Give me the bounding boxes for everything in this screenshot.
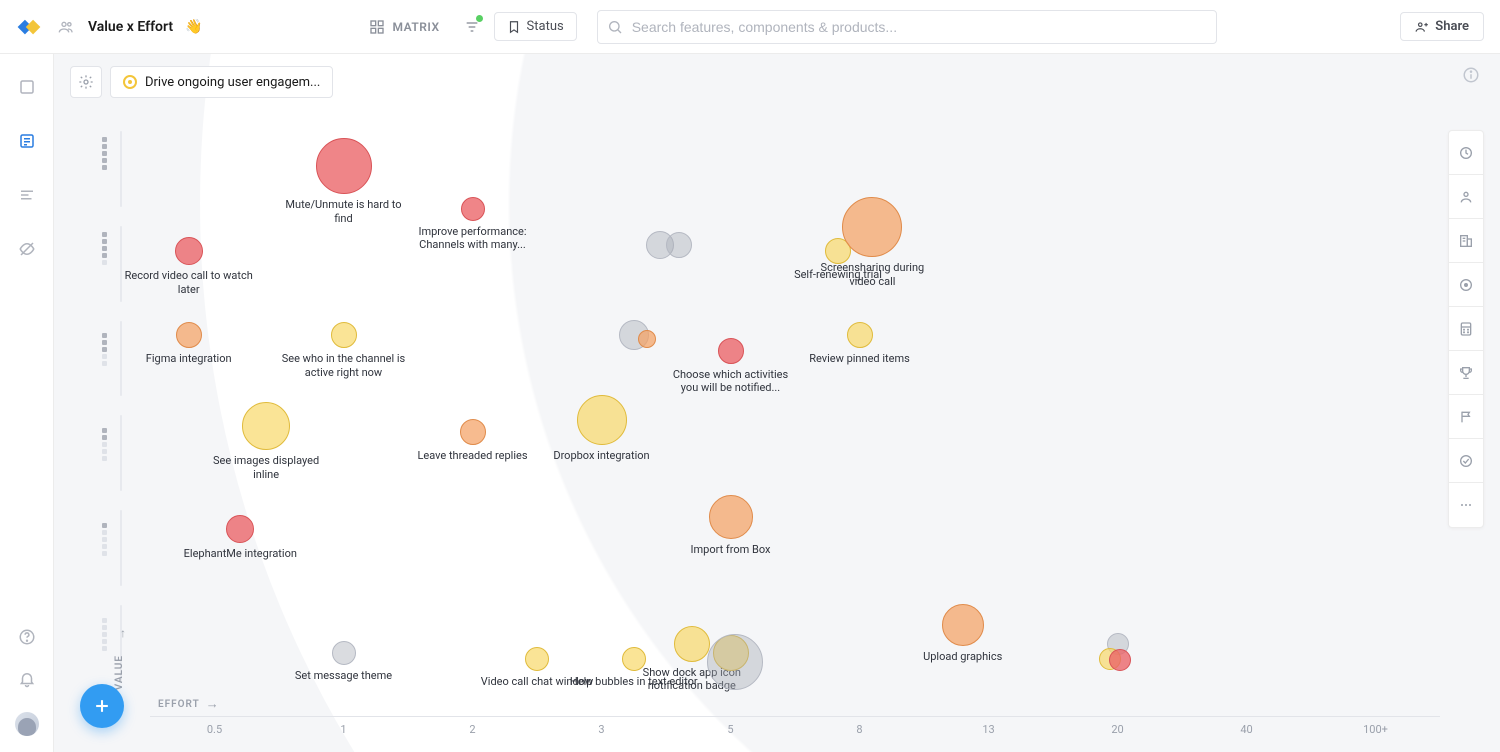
bubble-label: Screensharing during video call — [807, 261, 937, 289]
top-bar: Value x Effort 👋 MATRIX Status Share — [0, 0, 1500, 54]
matrix-icon — [369, 19, 385, 35]
x-tick: 2 — [469, 723, 475, 736]
share-label: Share — [1435, 19, 1469, 34]
bubble-label: Leave threaded replies — [408, 449, 538, 463]
bubble[interactable] — [718, 338, 744, 364]
bubble[interactable] — [1109, 649, 1131, 671]
bubble[interactable] — [707, 634, 763, 690]
tool-timeline-icon[interactable] — [1449, 131, 1483, 175]
scatter-chart[interactable]: 0.5 1 2 3 5 8 13 20 40 100+ EFFORT→ VALUE ↑ Mute/… — [80, 112, 1440, 744]
objective-label: Drive ongoing user engagem... — [145, 75, 320, 90]
bubble-label: Set message theme — [279, 669, 409, 683]
x-tick: 13 — [982, 723, 994, 736]
search-input[interactable] — [597, 10, 1217, 44]
tool-flag-icon[interactable] — [1449, 395, 1483, 439]
filter-active-dot — [476, 15, 483, 22]
left-nav-rail — [0, 54, 54, 752]
nav-roadmap-icon[interactable] — [18, 186, 36, 204]
right-tools-rail — [1448, 130, 1484, 528]
bubble[interactable] — [847, 322, 873, 348]
bubble-label: Figma integration — [124, 352, 254, 366]
tool-check-icon[interactable] — [1449, 439, 1483, 483]
bubble[interactable] — [525, 647, 549, 671]
nav-hidden-icon[interactable] — [18, 240, 36, 258]
settings-button[interactable] — [70, 66, 102, 98]
x-axis: 0.5 1 2 3 5 8 13 20 40 100+ — [150, 716, 1440, 744]
bubble-label: See images displayed inline — [201, 454, 331, 482]
bubble[interactable] — [674, 626, 710, 662]
bubble[interactable] — [461, 197, 485, 221]
tool-company-icon[interactable] — [1449, 219, 1483, 263]
x-tick: 1 — [340, 723, 346, 736]
bubble[interactable] — [331, 322, 357, 348]
bubble-label: Improve performance: Channels with many.… — [408, 225, 538, 253]
bubble[interactable] — [316, 138, 372, 194]
x-tick: 3 — [598, 723, 604, 736]
share-button[interactable]: Share — [1400, 12, 1484, 41]
bubble-label: Upload graphics — [898, 650, 1028, 664]
y-axis-arrow: ↑ — [120, 626, 126, 640]
bubble-label: Review pinned items — [795, 352, 925, 366]
filter-button[interactable] — [458, 13, 486, 41]
bubble[interactable] — [709, 495, 753, 539]
tool-person-icon[interactable] — [1449, 175, 1483, 219]
x-tick: 40 — [1240, 723, 1252, 736]
matrix-canvas: Drive ongoing user engagem... 0.5 1 2 3 5 8 13… — [54, 54, 1500, 752]
bubble[interactable] — [942, 604, 984, 646]
user-avatar[interactable] — [15, 712, 39, 736]
x-tick: 20 — [1111, 723, 1123, 736]
objective-filter-pill[interactable]: Drive ongoing user engagem... — [110, 66, 333, 98]
app-logo — [16, 14, 42, 40]
bubble-label: Choose which activities you will be noti… — [666, 368, 796, 396]
view-title: Value x Effort — [88, 19, 173, 35]
status-label: Status — [527, 19, 564, 34]
tool-trophy-icon[interactable] — [1449, 351, 1483, 395]
objective-dot-icon — [123, 75, 137, 89]
bookmark-icon — [507, 20, 521, 34]
view-type-matrix-button[interactable]: MATRIX — [359, 13, 450, 41]
tool-more-icon[interactable] — [1449, 483, 1483, 527]
wave-emoji: 👋 — [185, 19, 202, 35]
bubble[interactable] — [176, 322, 202, 348]
bubble[interactable] — [577, 395, 627, 445]
bubble[interactable] — [226, 515, 254, 543]
info-button[interactable] — [1462, 66, 1480, 88]
bubble[interactable] — [638, 330, 656, 348]
bubble-label: Import from Box — [666, 543, 796, 557]
bubble[interactable] — [332, 641, 356, 665]
bubble-label: See who in the channel is active right n… — [279, 352, 409, 380]
x-tick: 5 — [727, 723, 733, 736]
search-icon — [607, 19, 623, 35]
bubble[interactable] — [242, 402, 290, 450]
tool-target-icon[interactable] — [1449, 263, 1483, 307]
share-icon — [1415, 20, 1429, 34]
gear-icon — [78, 74, 94, 90]
nav-board-icon[interactable] — [18, 78, 36, 96]
bubble-label: Dropbox integration — [537, 449, 667, 463]
help-icon[interactable] — [18, 628, 36, 646]
x-tick: 100+ — [1363, 723, 1388, 736]
bubble[interactable] — [666, 232, 692, 258]
tool-calculator-icon[interactable] — [1449, 307, 1483, 351]
x-axis-label: EFFORT→ — [158, 696, 220, 712]
bubble-label: Record video call to watch later — [124, 269, 254, 297]
bubble[interactable] — [842, 197, 902, 257]
add-button[interactable] — [80, 684, 124, 728]
nav-features-icon[interactable] — [18, 132, 36, 150]
matrix-label: MATRIX — [393, 20, 440, 34]
bubble[interactable] — [460, 419, 486, 445]
bubble-label: ElephantMe integration — [175, 547, 305, 561]
bubble-label: Mute/Unmute is hard to find — [279, 198, 409, 226]
x-tick: 0.5 — [207, 723, 222, 736]
users-icon — [58, 19, 74, 35]
search-wrap — [597, 10, 1217, 44]
plus-icon — [92, 696, 112, 716]
bubble[interactable] — [175, 237, 203, 265]
status-button[interactable]: Status — [494, 12, 577, 41]
x-tick: 8 — [856, 723, 862, 736]
y-axis-label: VALUE — [114, 655, 125, 690]
bell-icon[interactable] — [18, 670, 36, 688]
